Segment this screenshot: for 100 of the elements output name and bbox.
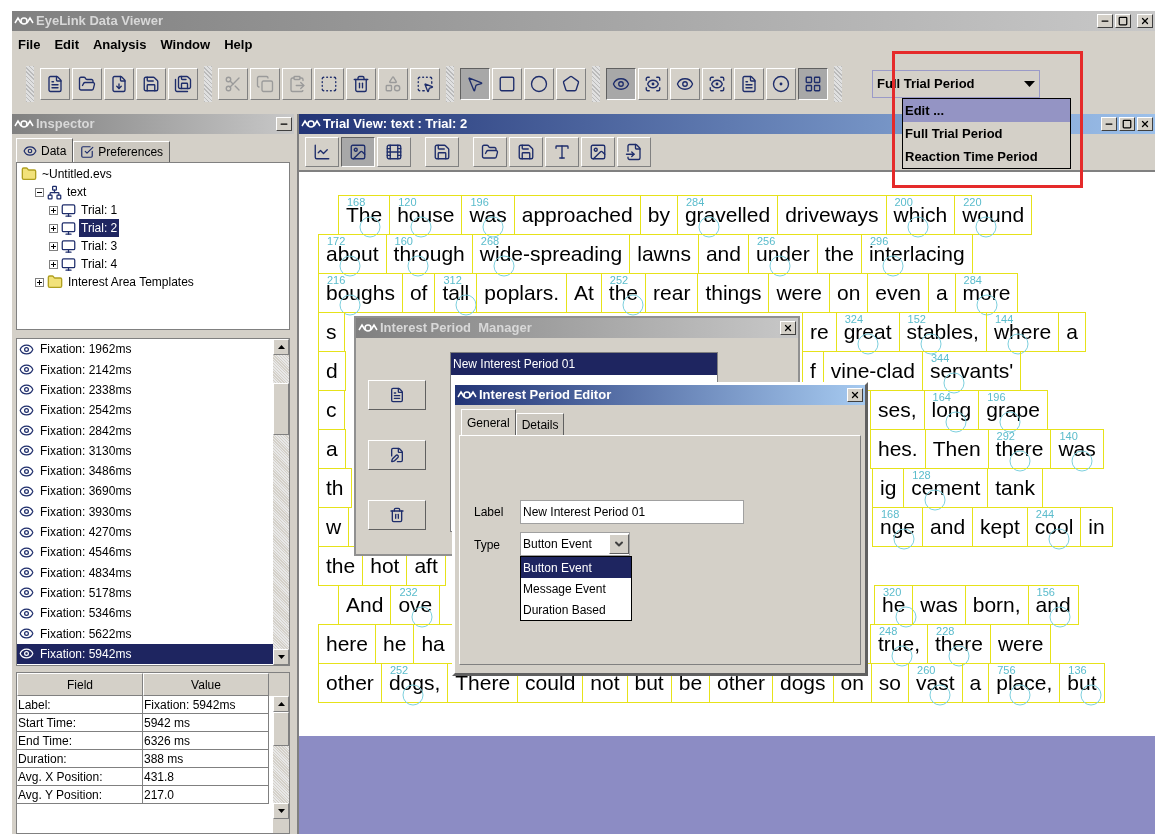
event-item[interactable]: Fixation: 4546ms — [17, 542, 273, 563]
tab[interactable]: General — [461, 409, 516, 435]
scroll-thumb[interactable] — [273, 712, 289, 746]
tree-item[interactable]: Trial: 4 — [79, 255, 120, 273]
table-cell: End Time: — [17, 732, 143, 750]
close-button[interactable] — [780, 321, 796, 335]
down-arrow-icon — [277, 655, 285, 659]
word: a — [969, 671, 982, 695]
word: There — [455, 671, 511, 695]
table-cell: Start Time: — [17, 714, 143, 732]
table-cell: 6326 ms — [143, 732, 269, 750]
word: d — [326, 359, 338, 383]
tree-item[interactable]: ~Untitled.evs — [40, 165, 114, 183]
tab[interactable]: Preferences — [73, 141, 171, 162]
expand-icon[interactable] — [49, 241, 58, 251]
word: by — [647, 203, 670, 227]
toolbar-grip[interactable] — [26, 66, 34, 102]
event-item[interactable]: Fixation: 2842ms — [17, 420, 273, 441]
menu-item[interactable]: Edit — [54, 35, 79, 55]
event-item[interactable]: Fixation: 2142ms — [17, 359, 273, 380]
eye-icon — [19, 605, 34, 621]
scroll-thumb[interactable] — [273, 383, 289, 435]
dropdown-option[interactable]: Reaction Time Period — [903, 145, 1070, 168]
toolbar-grip[interactable] — [834, 66, 842, 102]
word: on — [837, 281, 861, 305]
minimize-button[interactable] — [1097, 14, 1113, 28]
type-select[interactable]: Button Event — [520, 532, 630, 556]
delete-button[interactable] — [368, 500, 426, 530]
event-item[interactable]: Fixation: 3130ms — [17, 440, 273, 462]
event-item[interactable]: Fixation: 2338ms — [17, 379, 273, 401]
event-item[interactable]: Fixation: 2542ms — [17, 400, 273, 421]
dropdown-option[interactable]: Edit ... — [903, 99, 1070, 122]
minimize-button[interactable] — [1101, 117, 1117, 131]
close-button[interactable] — [1137, 14, 1153, 28]
expand-icon[interactable] — [49, 223, 58, 233]
label-field[interactable]: New Interest Period 01 — [520, 500, 744, 524]
new-button[interactable] — [368, 380, 426, 410]
tree-item[interactable]: text — [65, 183, 89, 201]
event-item[interactable]: Fixation: 3486ms — [17, 461, 273, 482]
list-item[interactable]: New Interest Period 01 — [451, 353, 717, 375]
toolbar-grip[interactable] — [204, 66, 212, 102]
word: driveways — [785, 203, 879, 227]
word: kept — [980, 515, 1020, 539]
word: dogs — [779, 671, 826, 695]
maximize-button[interactable] — [1115, 14, 1131, 28]
scrollbar[interactable] — [273, 696, 289, 819]
event-item[interactable]: Fixation: 5622ms — [17, 623, 273, 644]
ellipse-icon — [530, 75, 548, 93]
event-item[interactable]: Fixation: 4270ms — [17, 521, 273, 543]
eye-icon — [644, 75, 662, 93]
field-label: Type — [474, 537, 501, 554]
scrollbar[interactable] — [273, 339, 289, 665]
event-item[interactable]: Fixation: 4834ms — [17, 562, 273, 583]
toolbar-button[interactable] — [798, 68, 828, 100]
word: but — [634, 671, 664, 695]
tab[interactable]: Data — [16, 138, 74, 162]
toolbar-button[interactable] — [341, 137, 375, 167]
dropdown-option[interactable]: Message Event — [521, 578, 631, 599]
menu-item[interactable]: Analysis — [92, 35, 147, 55]
copy-icon — [256, 75, 274, 93]
film-icon — [385, 143, 403, 161]
event-item[interactable]: Fixation: 3690ms — [17, 481, 273, 502]
edit-button[interactable] — [368, 440, 426, 470]
tree-item[interactable]: Trial: 1 — [79, 201, 120, 219]
collapse-icon[interactable] — [35, 187, 44, 197]
word: a — [326, 437, 338, 461]
expand-icon[interactable] — [35, 277, 44, 287]
dropdown-option[interactable]: Full Trial Period — [903, 122, 1070, 145]
event-item[interactable]: Fixation: 5942ms — [17, 643, 273, 664]
tree-item[interactable]: Trial: 2 — [79, 219, 120, 237]
toolbar-grip[interactable] — [592, 66, 600, 102]
maximize-button[interactable] — [1119, 117, 1135, 131]
menu-item[interactable]: Help — [224, 35, 253, 55]
menu-item[interactable]: File — [18, 35, 41, 55]
close-icon — [1140, 119, 1150, 129]
close-button[interactable] — [847, 388, 863, 402]
expand-icon[interactable] — [49, 205, 58, 215]
tree-item[interactable]: Interest Area Templates — [66, 273, 196, 291]
tree-item[interactable]: Trial: 3 — [79, 237, 120, 255]
dropdown-option[interactable]: Button Event — [521, 557, 631, 578]
menu-item[interactable]: Window — [160, 35, 211, 55]
trial-icon — [61, 220, 76, 236]
toolbar-button[interactable] — [460, 68, 490, 100]
tab[interactable]: Details — [515, 413, 565, 435]
expand-icon[interactable] — [49, 259, 58, 269]
close-button[interactable] — [1137, 117, 1153, 131]
event-item[interactable]: Fixation: 3930ms — [17, 501, 273, 522]
event-item[interactable]: Fixation: 5346ms — [17, 603, 273, 624]
toolbar-button[interactable] — [606, 68, 636, 100]
column-header[interactable]: Value — [143, 673, 269, 696]
dropdown-option[interactable]: Duration Based — [521, 599, 631, 620]
minimize-button[interactable] — [276, 117, 292, 131]
event-item[interactable]: Fixation: 5178ms — [17, 582, 273, 604]
table-cell: Avg. X Position: — [17, 768, 143, 786]
word: be — [678, 671, 703, 695]
event-item[interactable]: Fixation: 1962ms — [17, 339, 273, 360]
word: of — [409, 281, 428, 305]
eye-icon — [19, 341, 34, 357]
toolbar-grip[interactable] — [446, 66, 454, 102]
column-header[interactable]: Field — [17, 673, 143, 696]
